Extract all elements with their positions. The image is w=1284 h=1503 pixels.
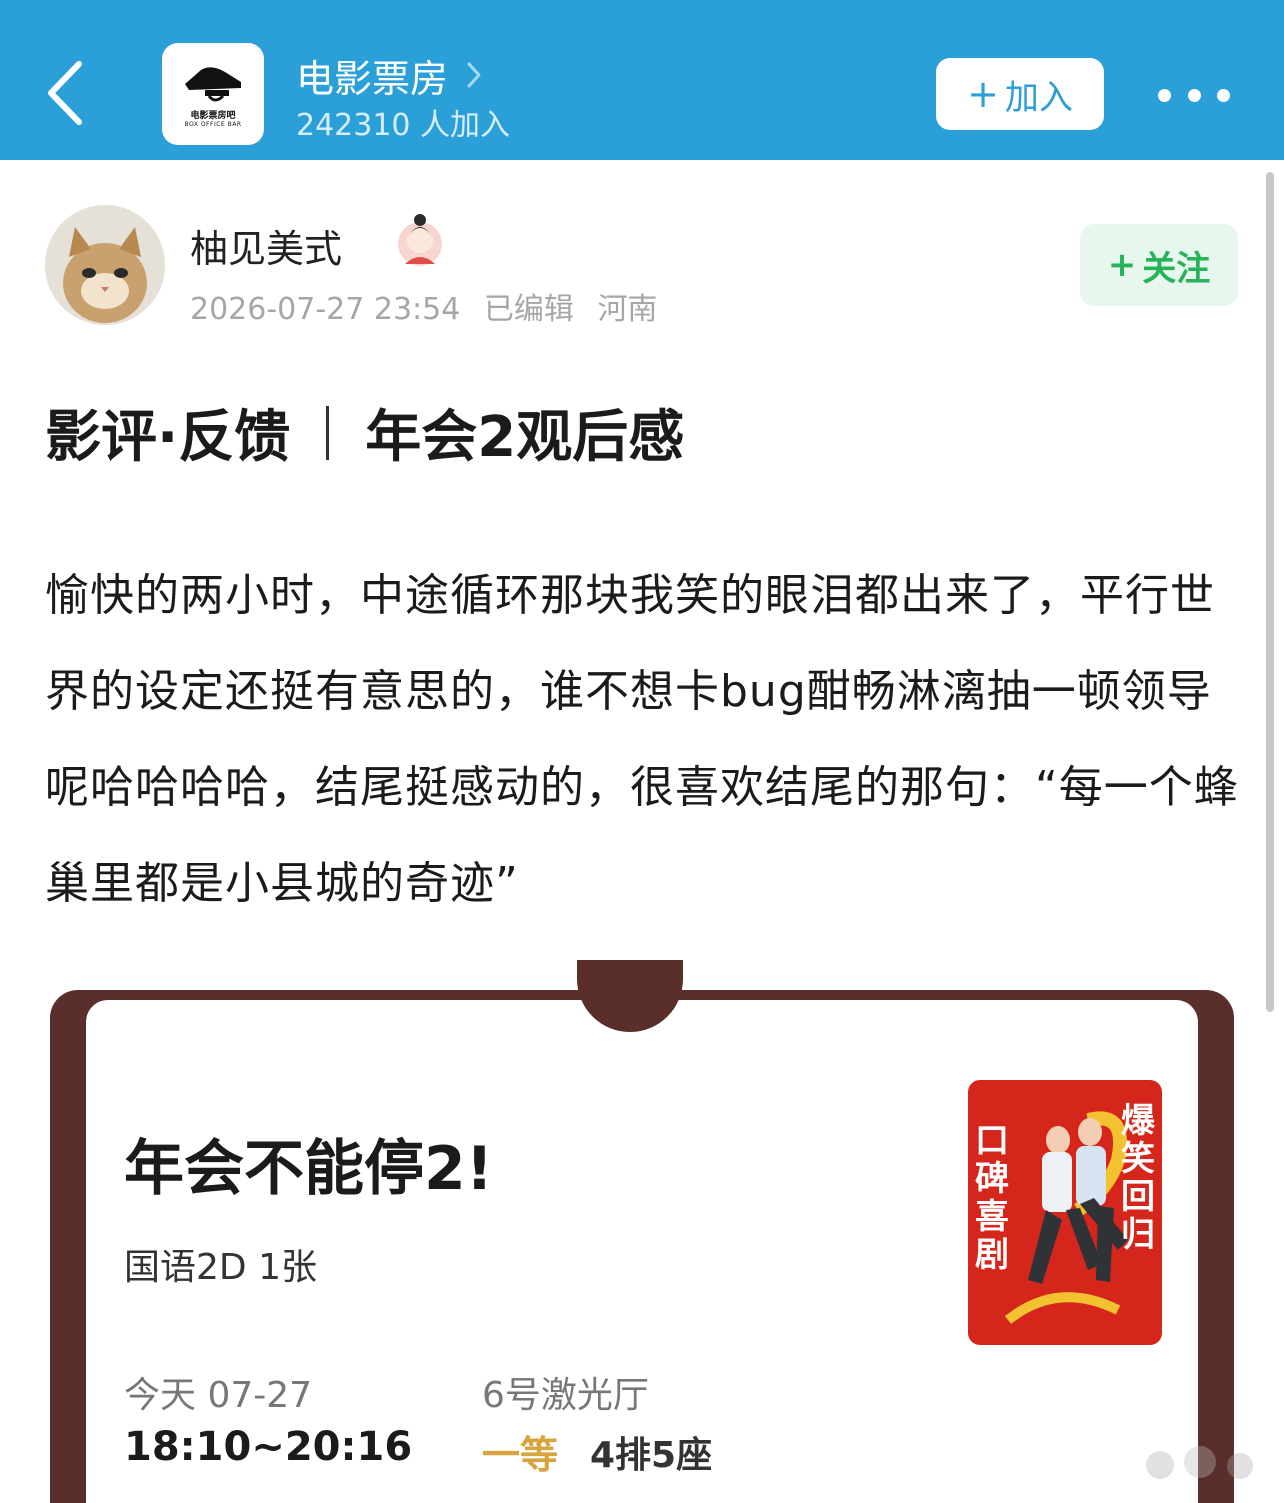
- author-name[interactable]: 柚见美式: [190, 218, 342, 273]
- post-location: 河南: [597, 292, 658, 327]
- follow-button[interactable]: + 关注: [1080, 224, 1238, 306]
- poster-tagline-left: 口碑喜剧: [975, 1121, 1009, 1275]
- avatar[interactable]: [45, 205, 165, 325]
- movie-title: 年会不能停2!: [124, 1134, 494, 1204]
- post-title-tag: 影评·反馈: [45, 405, 291, 470]
- post-title-main: 年会2观后感: [365, 405, 685, 470]
- seat-number: 4排5座: [590, 1435, 713, 1476]
- plus-icon: +: [1107, 245, 1137, 285]
- forum-logo[interactable]: 电影票房吧 BOX OFFICE BAR: [162, 43, 264, 145]
- join-button[interactable]: + 加入: [936, 58, 1104, 130]
- post-date: 2026-07-27 23:54: [190, 292, 461, 327]
- show-time: 18:10~20:16: [124, 1424, 413, 1470]
- poster-tagline-right: 爆笑回归: [1121, 1101, 1155, 1255]
- post-title: 影评·反馈 年会2观后感: [45, 392, 684, 473]
- join-label: 加入: [1004, 77, 1073, 118]
- hall-name: 6号激光厅: [482, 1375, 649, 1416]
- cat-avatar-icon: [45, 205, 165, 325]
- chevron-right-icon: [466, 61, 482, 89]
- badge-icon: [397, 210, 443, 270]
- back-arrow-icon: [48, 61, 82, 125]
- logo-subtext: BOX OFFICE BAR: [184, 121, 242, 128]
- member-count: 242310 人加入: [296, 108, 511, 143]
- scrollbar[interactable]: [1266, 172, 1274, 1012]
- movie-poster[interactable]: 口碑喜剧 爆笑回归: [968, 1080, 1162, 1345]
- back-button[interactable]: [40, 58, 90, 128]
- top-bar: 电影票房吧 BOX OFFICE BAR 电影票房 242310 人加入 + 加…: [0, 0, 1284, 160]
- follow-label: 关注: [1142, 248, 1211, 289]
- post-meta: 2026-07-27 23:54 已编辑 河南: [190, 284, 671, 328]
- movie-language: 国语2D 1张: [124, 1247, 317, 1288]
- show-date: 今天 07-27: [124, 1375, 313, 1416]
- post-body: 愉快的两小时，中途循环那块我笑的眼泪都出来了，平行世界的设定还挺有意思的，谁不想…: [45, 570, 1239, 909]
- plus-icon: +: [967, 72, 999, 116]
- seat-class: 一等: [482, 1433, 559, 1477]
- watermark-icon: [1146, 1446, 1253, 1479]
- more-dots-icon[interactable]: [1158, 78, 1230, 112]
- title-divider: [326, 405, 330, 460]
- piano-logo-icon: [185, 67, 241, 102]
- forum-title[interactable]: 电影票房: [296, 50, 482, 101]
- edited-label: 已编辑: [483, 292, 574, 327]
- forum-title-text: 电影票房: [296, 56, 449, 101]
- logo-text: 电影票房吧: [190, 111, 236, 121]
